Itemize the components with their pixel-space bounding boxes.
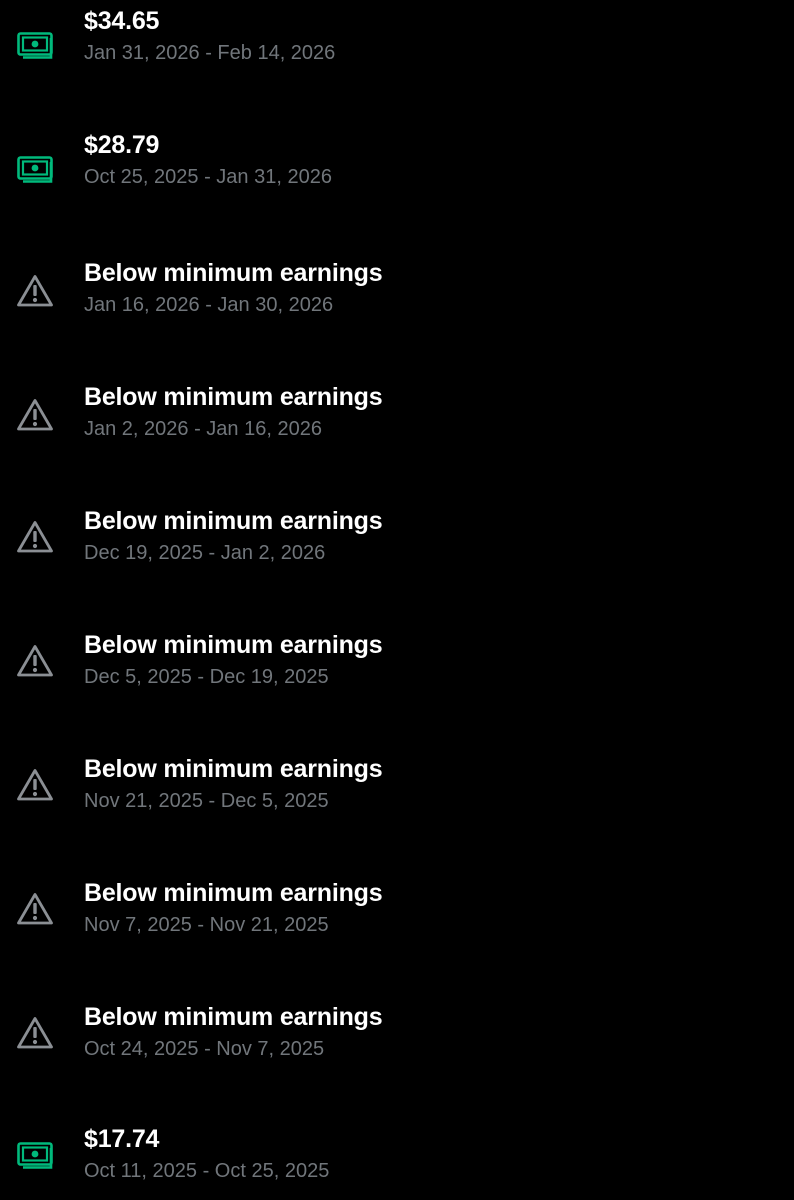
payout-period: Jan 2, 2026 - Jan 16, 2026 bbox=[84, 418, 322, 440]
money-icon bbox=[16, 1136, 54, 1174]
payout-row[interactable]: Below minimum earnings Nov 7, 2025 - Nov… bbox=[0, 856, 794, 980]
payout-period: Oct 11, 2025 - Oct 25, 2025 bbox=[84, 1160, 330, 1182]
warning-icon bbox=[16, 272, 54, 310]
payout-row[interactable]: $17.74 Oct 11, 2025 - Oct 25, 2025 bbox=[0, 1104, 794, 1200]
payout-title: Below minimum earnings bbox=[84, 631, 383, 659]
payout-period: Nov 21, 2025 - Dec 5, 2025 bbox=[84, 790, 329, 812]
warning-icon bbox=[16, 518, 54, 556]
payout-title: Below minimum earnings bbox=[84, 879, 383, 907]
payout-row[interactable]: $28.79 Oct 25, 2025 - Jan 31, 2026 bbox=[0, 112, 794, 236]
payout-title: Below minimum earnings bbox=[84, 383, 383, 411]
payout-title: $17.74 bbox=[84, 1125, 160, 1153]
payout-period: Oct 24, 2025 - Nov 7, 2025 bbox=[84, 1038, 325, 1060]
payout-period: Dec 5, 2025 - Dec 19, 2025 bbox=[84, 666, 329, 688]
payout-title: Below minimum earnings bbox=[84, 259, 383, 287]
payout-period: Oct 25, 2025 - Jan 31, 2026 bbox=[84, 166, 332, 188]
payout-title: $34.65 bbox=[84, 7, 160, 35]
payout-row[interactable]: Below minimum earnings Nov 21, 2025 - De… bbox=[0, 732, 794, 856]
payout-row[interactable]: Below minimum earnings Oct 24, 2025 - No… bbox=[0, 980, 794, 1104]
payout-history-list: $34.65 Jan 31, 2026 - Feb 14, 2026 $28.7… bbox=[0, 0, 794, 1200]
warning-icon bbox=[16, 766, 54, 804]
payout-period: Nov 7, 2025 - Nov 21, 2025 bbox=[84, 914, 329, 936]
payout-row[interactable]: Below minimum earnings Jan 16, 2026 - Ja… bbox=[0, 236, 794, 360]
payout-row[interactable]: Below minimum earnings Dec 5, 2025 - Dec… bbox=[0, 608, 794, 732]
payout-title: $28.79 bbox=[84, 131, 160, 159]
payout-title: Below minimum earnings bbox=[84, 507, 383, 535]
money-icon bbox=[16, 150, 54, 188]
payout-row[interactable]: Below minimum earnings Jan 2, 2026 - Jan… bbox=[0, 360, 794, 484]
payout-row[interactable]: $34.65 Jan 31, 2026 - Feb 14, 2026 bbox=[0, 0, 794, 112]
warning-icon bbox=[16, 642, 54, 680]
payout-period: Jan 31, 2026 - Feb 14, 2026 bbox=[84, 42, 336, 64]
money-icon bbox=[16, 26, 54, 64]
payout-title: Below minimum earnings bbox=[84, 755, 383, 783]
payout-title: Below minimum earnings bbox=[84, 1003, 383, 1031]
payout-row[interactable]: Below minimum earnings Dec 19, 2025 - Ja… bbox=[0, 484, 794, 608]
payout-period: Jan 16, 2026 - Jan 30, 2026 bbox=[84, 294, 334, 316]
payout-period: Dec 19, 2025 - Jan 2, 2026 bbox=[84, 542, 326, 564]
warning-icon bbox=[16, 396, 54, 434]
warning-icon bbox=[16, 890, 54, 928]
warning-icon bbox=[16, 1014, 54, 1052]
